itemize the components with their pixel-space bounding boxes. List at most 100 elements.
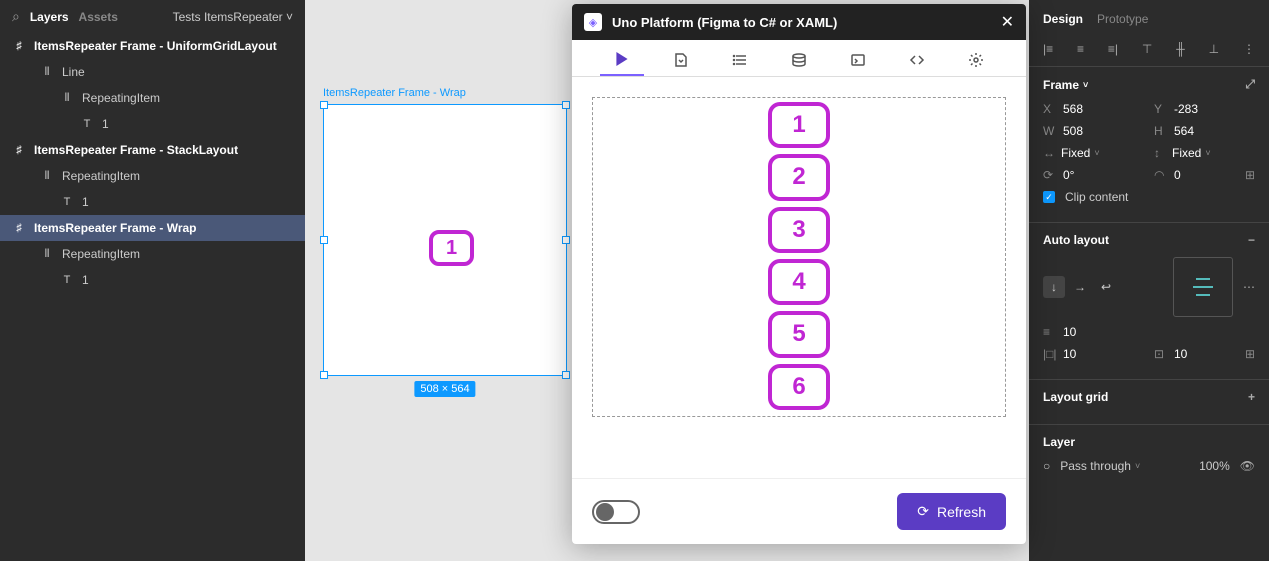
tree-item[interactable]: ♯ItemsRepeater Frame - UniformGridLayout <box>0 33 305 59</box>
line-icon: ⦀ <box>40 247 54 261</box>
resize-handle[interactable] <box>562 371 570 379</box>
padding-h-input[interactable]: 10 <box>1063 347 1076 361</box>
align-vcenter-icon[interactable]: ╫ <box>1176 42 1185 56</box>
search-icon[interactable]: ⌕ <box>12 8 20 25</box>
design-tabs: Design Prototype <box>1029 8 1269 36</box>
autolayout-more-icon[interactable]: ⋯ <box>1243 280 1255 294</box>
tree-item[interactable]: ⦀RepeatingItem <box>0 163 305 189</box>
clip-label: Clip content <box>1065 190 1128 204</box>
plugin-window[interactable]: ◈ Uno Platform (Figma to C# or XAML) ✕ 1… <box>572 4 1026 544</box>
preview-item: 1 <box>768 102 830 148</box>
opacity-input[interactable]: 100% <box>1199 459 1230 473</box>
text-icon: T <box>80 117 94 131</box>
padding-expand-icon[interactable]: ⊞ <box>1245 347 1255 361</box>
play-tab-icon[interactable] <box>610 52 634 68</box>
design-panel: Design Prototype |≡ ≡ ≡| ⊤ ╫ ⊥ ⋮ Frame ˅… <box>1029 0 1269 561</box>
frame-section-title: Frame ˅ ⤢ <box>1043 77 1255 92</box>
alignment-grid[interactable] <box>1173 257 1233 317</box>
plugin-logo-icon: ◈ <box>584 13 602 31</box>
preview-item: 5 <box>768 311 830 357</box>
tree-item-label: 1 <box>102 117 109 131</box>
align-top-icon[interactable]: ⊤ <box>1142 42 1152 56</box>
frame-icon: ♯ <box>12 221 26 235</box>
blend-mode[interactable]: Pass through ˅ <box>1060 459 1140 473</box>
tree-item[interactable]: ⦀ Line <box>0 59 305 85</box>
align-right-icon[interactable]: ≡| <box>1108 42 1118 56</box>
resize-handle[interactable] <box>562 101 570 109</box>
terminal-tab-icon[interactable] <box>846 52 870 68</box>
tree-item[interactable]: T1 <box>0 111 305 137</box>
layers-header: ⌕ Layers Assets Tests ItemsRepeater ˅ <box>0 0 305 33</box>
tree-item[interactable]: T1 <box>0 267 305 293</box>
h-input[interactable]: 564 <box>1174 124 1194 138</box>
tree-item-label: 1 <box>82 273 89 287</box>
align-bottom-icon[interactable]: ⊥ <box>1209 42 1219 56</box>
assets-tab[interactable]: Assets <box>79 10 118 24</box>
tree-item[interactable]: T1 <box>0 189 305 215</box>
corner-expand-icon[interactable]: ⊞ <box>1245 168 1255 182</box>
direction-horizontal[interactable]: → <box>1069 276 1091 298</box>
preview-item: 6 <box>768 364 830 410</box>
layer-title: Layer <box>1043 435 1075 449</box>
preview-item: 4 <box>768 259 830 305</box>
rotation-input[interactable]: 0° <box>1063 168 1074 182</box>
settings-tab-icon[interactable] <box>964 52 988 68</box>
page-selector[interactable]: Tests ItemsRepeater ˅ <box>173 10 293 24</box>
layers-panel: ⌕ Layers Assets Tests ItemsRepeater ˅ ♯I… <box>0 0 305 561</box>
align-bar: |≡ ≡ ≡| ⊤ ╫ ⊥ ⋮ <box>1029 36 1269 67</box>
visibility-icon[interactable]: 👁 <box>1240 459 1255 473</box>
code-tab-icon[interactable] <box>905 52 929 68</box>
close-icon[interactable]: ✕ <box>1001 12 1014 32</box>
constraint-x[interactable]: ↔Fixed ˅ <box>1043 146 1144 160</box>
plugin-tabs <box>572 40 1026 77</box>
resize-handle[interactable] <box>320 236 328 244</box>
frame-icon: ♯ <box>12 143 26 157</box>
selected-frame[interactable]: 1 508 × 564 <box>323 104 567 376</box>
plugin-footer: ⟳ Refresh <box>572 478 1026 544</box>
resize-handle[interactable] <box>320 101 328 109</box>
dimensions-badge: 508 × 564 <box>414 381 475 397</box>
design-tab[interactable]: Design <box>1043 12 1083 26</box>
tree-item[interactable]: ♯ItemsRepeater Frame - Wrap <box>0 215 305 241</box>
layers-tree: ♯ItemsRepeater Frame - UniformGridLayout… <box>0 33 305 293</box>
align-left-icon[interactable]: |≡ <box>1043 42 1053 56</box>
direction-vertical[interactable]: ↓ <box>1043 276 1065 298</box>
resize-fit-icon[interactable]: ⤢ <box>1245 77 1255 92</box>
tree-item-label: Line <box>62 65 85 79</box>
preview-item: 3 <box>768 207 830 253</box>
line-icon: ⦀ <box>60 91 74 105</box>
theme-toggle[interactable] <box>592 500 640 524</box>
layers-tab[interactable]: Layers <box>30 10 69 24</box>
list-tab-icon[interactable] <box>728 52 752 68</box>
refresh-icon: ⟳ <box>917 503 929 520</box>
frame-dropdown[interactable]: Frame ˅ <box>1043 78 1088 92</box>
clip-checkbox[interactable]: ✓ <box>1043 191 1055 203</box>
refresh-button[interactable]: ⟳ Refresh <box>897 493 1006 530</box>
remove-autolayout-icon[interactable]: − <box>1248 233 1255 247</box>
data-tab-icon[interactable] <box>787 52 811 68</box>
direction-wrap[interactable]: ↩ <box>1095 276 1117 298</box>
align-hcenter-icon[interactable]: ≡ <box>1077 42 1084 56</box>
padding-v-input[interactable]: 10 <box>1174 347 1187 361</box>
x-input[interactable]: 568 <box>1063 102 1083 116</box>
gap-input[interactable]: 10 <box>1063 325 1076 339</box>
tree-item[interactable]: ⦀RepeatingItem <box>0 85 305 111</box>
frame-icon: ♯ <box>12 39 26 53</box>
tree-item[interactable]: ⦀RepeatingItem <box>0 241 305 267</box>
distribute-icon[interactable]: ⋮ <box>1243 42 1255 56</box>
constraint-y[interactable]: ↕Fixed ˅ <box>1154 146 1255 160</box>
plugin-body: 123456 <box>572 77 1026 478</box>
w-input[interactable]: 508 <box>1063 124 1083 138</box>
line-icon: ⦀ <box>40 65 54 79</box>
resize-handle[interactable] <box>562 236 570 244</box>
corner-input[interactable]: 0 <box>1174 168 1181 182</box>
frame-label[interactable]: ItemsRepeater Frame - Wrap <box>323 87 466 99</box>
plugin-header[interactable]: ◈ Uno Platform (Figma to C# or XAML) ✕ <box>572 4 1026 40</box>
prototype-tab[interactable]: Prototype <box>1097 12 1148 26</box>
resize-handle[interactable] <box>320 371 328 379</box>
file-tab-icon[interactable] <box>669 52 693 68</box>
add-grid-icon[interactable]: + <box>1248 390 1255 404</box>
tree-item[interactable]: ♯ItemsRepeater Frame - StackLayout <box>0 137 305 163</box>
y-input[interactable]: -283 <box>1174 102 1198 116</box>
canvas-item[interactable]: 1 <box>429 230 474 266</box>
